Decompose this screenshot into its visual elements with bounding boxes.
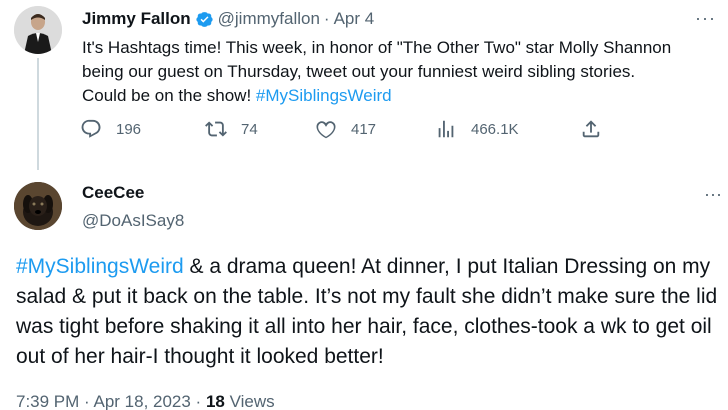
author-handle[interactable]: @jimmyfallon [218, 8, 320, 30]
views-count: 466.1K [471, 120, 519, 138]
thread-connector-line [37, 58, 39, 170]
views-button[interactable]: 466.1K [435, 118, 519, 140]
parent-tweet[interactable]: Jimmy Fallon @jimmyfallon · Apr 4 ··· It… [82, 8, 722, 108]
reply-author-handle[interactable]: @DoAsISay8 [82, 210, 722, 232]
tweet-header: Jimmy Fallon @jimmyfallon · Apr 4 [82, 8, 722, 30]
reply-views-label: Views [224, 392, 275, 410]
reply-more-options-icon[interactable]: ··· [704, 184, 722, 205]
separator-dot: · [323, 9, 330, 28]
reply-button[interactable]: 196 [80, 118, 141, 140]
tweet-actions-bar: 196 74 417 466.1K [80, 118, 620, 148]
tweet-date[interactable]: Apr 4 [334, 8, 375, 30]
like-button[interactable]: 417 [315, 118, 376, 140]
reply-views-count: 18 [205, 392, 225, 410]
retweet-icon [205, 121, 227, 137]
retweet-count: 74 [241, 120, 258, 138]
reply-tweet-text: #MySiblingsWeird & a drama queen! At din… [16, 252, 726, 372]
share-button[interactable] [580, 118, 616, 140]
reply-tweet[interactable]: CeeCee @DoAsISay8 [82, 182, 722, 232]
reply-hashtag-link[interactable]: #MySiblingsWeird [16, 255, 184, 278]
more-options-icon[interactable]: ··· [695, 8, 716, 29]
author-name[interactable]: Jimmy Fallon [82, 8, 191, 30]
verified-badge-icon [195, 10, 214, 29]
retweet-button[interactable]: 74 [205, 118, 258, 140]
reply-timestamp[interactable]: 7:39 PM · Apr 18, 2023 · [16, 392, 206, 410]
heart-icon [316, 121, 336, 139]
reply-icon [81, 119, 101, 138]
tweet-text: It's Hashtags time! This week, in honor … [82, 36, 682, 108]
avatar-ceecee[interactable] [14, 182, 62, 230]
hashtag-link[interactable]: #MySiblingsWeird [256, 86, 392, 105]
avatar-jimmy-fallon[interactable] [14, 6, 62, 54]
share-icon [582, 120, 600, 138]
reply-author-name[interactable]: CeeCee [82, 182, 722, 204]
analytics-icon [438, 120, 454, 138]
like-count: 417 [351, 120, 377, 138]
reply-tweet-meta: 7:39 PM · Apr 18, 2023 · 18 Views [16, 392, 275, 410]
reply-count: 196 [116, 120, 142, 138]
